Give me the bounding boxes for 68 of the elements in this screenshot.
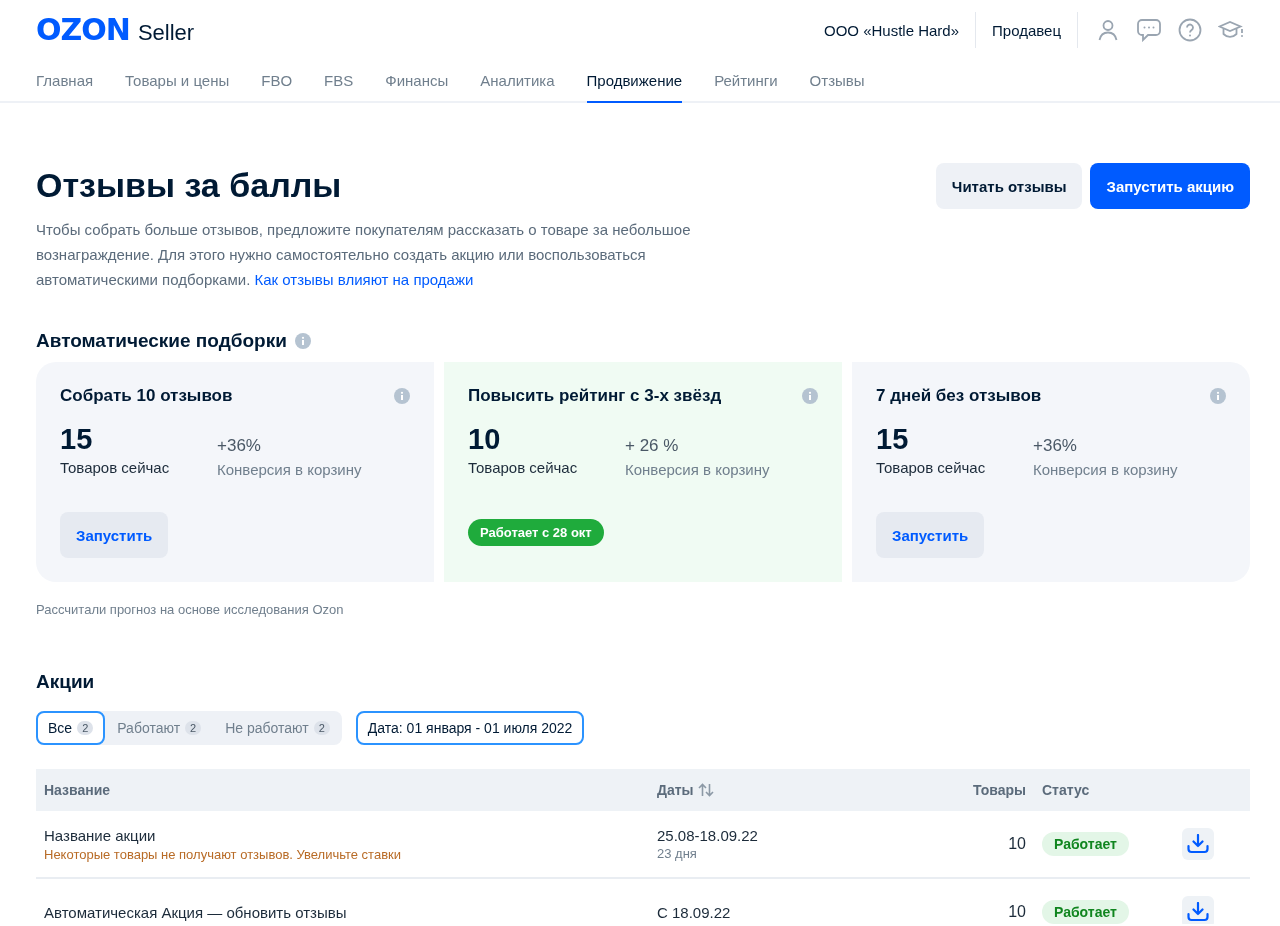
card-title: Собрать 10 отзывов (60, 386, 233, 406)
column-header[interactable]: Даты (657, 782, 694, 798)
page-description: Чтобы собрать больше отзывов, предложите покупателям рассказать о товаре за небольшое вознаграждение. Для этого нужно самостоятельно создать акцию или воспользоваться автоматическими подборками. Как отзывы влияют на продажи (36, 220, 692, 290)
nav-tab[interactable]: Товары и цены (125, 60, 230, 103)
graduation-cap-icon[interactable] (1218, 19, 1244, 41)
card-title: 7 дней без отзывов (876, 386, 1042, 406)
conversion-label: Конверсия в корзину (217, 461, 363, 478)
count-label: Товаров сейчас (60, 459, 171, 476)
running-badge: Работает с 28 окт (468, 519, 604, 546)
product-count: 10 (1007, 835, 1027, 853)
read-reviews-button[interactable]: Читать отзывы (935, 163, 1083, 209)
nav-tab[interactable]: Главная (36, 60, 94, 103)
promo-dates: С 18.09.22 (657, 903, 732, 921)
card-title: Повысить рейтинг с 3-х звёзд (468, 386, 722, 406)
nav-tab[interactable]: FBS (324, 60, 354, 103)
conversion-label: Конверсия в корзину (625, 461, 771, 478)
nav-tab[interactable]: Отзывы (809, 60, 865, 103)
sort-icon[interactable] (697, 783, 714, 797)
filter-tab[interactable]: Все 2 (36, 711, 106, 745)
user-icon[interactable] (1096, 18, 1120, 42)
launch-button[interactable]: Запустить (876, 512, 985, 558)
product-count: 15 (60, 422, 94, 456)
page-title: Отзывы за баллы (36, 165, 343, 206)
nav-tab[interactable]: Рейтинги (714, 60, 778, 103)
nav-tab[interactable]: Финансы (385, 60, 449, 103)
forecast-note: Рассчитали прогноз на основе исследования Ozon (36, 602, 345, 617)
promo-name[interactable]: Автоматическая Акция — обновить отзывы (44, 903, 649, 921)
help-icon[interactable] (1178, 18, 1202, 42)
nav-tab[interactable]: FBO (261, 60, 293, 103)
count-label: Товаров сейчас (876, 459, 987, 476)
status-badge: Работает (1042, 832, 1129, 856)
nav-tab[interactable]: Продвижение (586, 60, 683, 103)
logo-caption: Seller (137, 19, 195, 46)
role-name[interactable]: Продавец (975, 12, 1078, 48)
product-count: 10 (1007, 903, 1027, 921)
promo-name[interactable]: Название акции (44, 826, 649, 844)
column-header: Товары (973, 782, 1026, 798)
sales-impact-link[interactable]: Как отзывы влияют на продажи (254, 271, 474, 288)
filter-tab[interactable]: Работают 2 (105, 711, 214, 745)
launch-button[interactable]: Запустить (60, 512, 169, 558)
info-icon[interactable] (294, 333, 311, 349)
info-icon[interactable] (802, 388, 818, 404)
filter-tab[interactable]: Не работают 2 (213, 711, 342, 745)
conversion-label: Конверсия в корзину (1033, 461, 1179, 478)
download-button[interactable] (1182, 896, 1214, 924)
nav-tab[interactable]: Аналитика (480, 60, 555, 103)
count-label: Товаров сейчас (468, 459, 579, 476)
info-icon[interactable] (1210, 388, 1226, 404)
promo-dates: 25.08-18.09.22 (657, 827, 759, 844)
conversion-value: +36% (1033, 436, 1078, 456)
column-header: Статус (1042, 782, 1090, 798)
launch-promo-button[interactable]: Запустить акцию (1090, 163, 1250, 209)
product-count: 10 (468, 422, 502, 456)
section-title: Автоматические подборки (36, 330, 287, 352)
download-button[interactable] (1182, 828, 1214, 860)
chat-icon[interactable] (1136, 18, 1162, 42)
company-name[interactable]: ООО «Hustle Hard» (807, 12, 976, 48)
promo-duration: 23 дня (657, 846, 698, 861)
section-title: Акции (36, 671, 96, 693)
column-header: Название (44, 782, 111, 798)
conversion-value: + 26 % (625, 436, 680, 456)
conversion-value: +36% (217, 436, 262, 456)
warning-text: Некоторые товары не получают отзывов. Увеличьте ставки (44, 846, 403, 862)
status-badge: Работает (1042, 900, 1129, 924)
product-count: 15 (876, 422, 910, 456)
date-filter[interactable]: Дата: 01 января - 01 июля 2022 (355, 711, 585, 745)
ozon-logo[interactable]: OZON (36, 14, 130, 45)
info-icon[interactable] (394, 388, 410, 404)
